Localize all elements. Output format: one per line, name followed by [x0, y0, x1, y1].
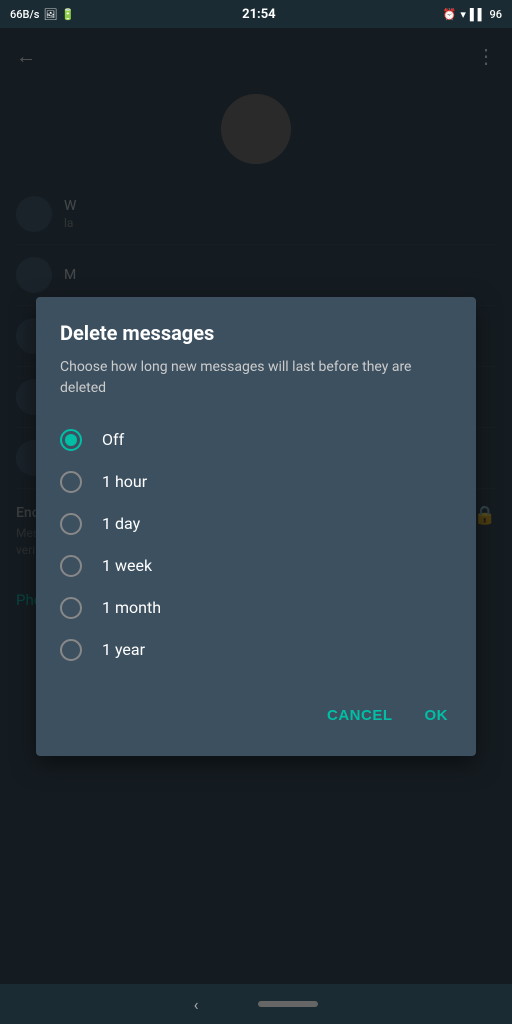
radio-label-1: 1 hour: [102, 472, 147, 491]
radio-label-0: Off: [102, 430, 124, 449]
radio-label-2: 1 day: [102, 514, 140, 533]
radio-circle-4: [60, 597, 82, 619]
delete-messages-dialog: Delete messages Choose how long new mess…: [36, 297, 476, 756]
status-right: ⏰ ▾ ▌▌ 96: [443, 8, 502, 21]
radio-inner-0: [65, 434, 77, 446]
radio-label-4: 1 month: [102, 598, 161, 617]
bottom-nav: ‹: [0, 984, 512, 1024]
ok-button[interactable]: OK: [421, 699, 453, 732]
radio-circle-2: [60, 513, 82, 535]
back-nav-icon[interactable]: ‹: [194, 995, 199, 1014]
radio-option-5[interactable]: 1 year: [60, 629, 452, 671]
status-bar: 66B/s 🖼 🔋 21:54 ⏰ ▾ ▌▌ 96: [0, 0, 512, 28]
app-background: ← ⋮ W la M C M: [0, 28, 512, 1024]
radio-circle-0: [60, 429, 82, 451]
wifi-icon: ▾: [460, 8, 466, 21]
radio-option-3[interactable]: 1 week: [60, 545, 452, 587]
radio-circle-1: [60, 471, 82, 493]
dialog-description: Choose how long new messages will last b…: [60, 357, 452, 399]
notification-icon: 🖼: [43, 8, 57, 21]
radio-circle-3: [60, 555, 82, 577]
radio-label-3: 1 week: [102, 556, 152, 575]
signal-icon: ▌▌: [470, 8, 486, 21]
radio-option-0[interactable]: Off: [60, 419, 452, 461]
dialog-title: Delete messages: [60, 321, 452, 345]
alarm-icon: ⏰: [443, 8, 457, 21]
cancel-button[interactable]: CANCEL: [323, 699, 397, 732]
radio-options: Off 1 hour 1 day 1 week 1 month 1 year: [60, 419, 452, 671]
radio-option-1[interactable]: 1 hour: [60, 461, 452, 503]
status-left: 66B/s 🖼 🔋: [10, 8, 75, 21]
radio-option-2[interactable]: 1 day: [60, 503, 452, 545]
radio-circle-5: [60, 639, 82, 661]
radio-label-5: 1 year: [102, 640, 145, 659]
network-speed: 66B/s: [10, 8, 39, 21]
dialog-overlay: Delete messages Choose how long new mess…: [0, 28, 512, 1024]
radio-option-4[interactable]: 1 month: [60, 587, 452, 629]
dialog-buttons: CANCEL OK: [60, 691, 452, 732]
status-time: 21:54: [242, 7, 276, 22]
nav-pill: [258, 1001, 318, 1007]
battery-icon: 🔋: [61, 8, 75, 21]
battery-percent: 96: [489, 8, 502, 21]
